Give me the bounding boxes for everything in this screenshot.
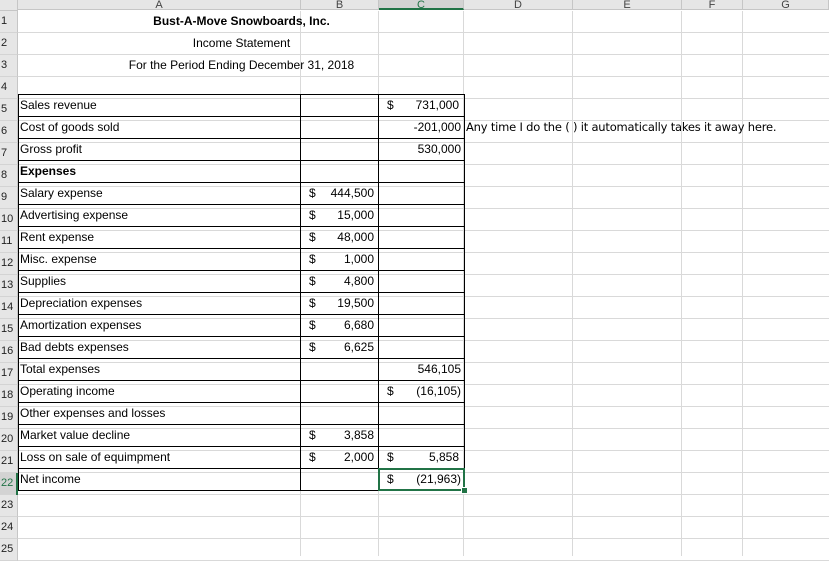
- select-all-corner[interactable]: [0, 0, 18, 11]
- value-bad-debts[interactable]: 6,625: [301, 337, 374, 358]
- row-header-25[interactable]: 25: [0, 539, 18, 561]
- cell-border: [18, 424, 465, 425]
- label-bad-debts-expenses[interactable]: Bad debts expenses: [20, 337, 300, 358]
- cell-border: [300, 94, 301, 491]
- row-header-4[interactable]: 4: [0, 77, 18, 99]
- column-header-b[interactable]: B: [301, 0, 379, 10]
- value-advertising[interactable]: 15,000: [301, 205, 374, 226]
- value-depreciation[interactable]: 19,500: [301, 293, 374, 314]
- cell-border: [18, 248, 465, 249]
- active-cell-selection[interactable]: [378, 468, 465, 491]
- label-cost-of-goods-sold[interactable]: Cost of goods sold: [20, 117, 300, 138]
- label-expenses[interactable]: Expenses: [20, 161, 300, 182]
- label-gross-profit[interactable]: Gross profit: [20, 139, 300, 160]
- value-cost-of-goods-sold[interactable]: -201,000: [379, 117, 461, 138]
- row-header-11[interactable]: 11: [0, 231, 18, 253]
- row-header-2[interactable]: 2: [0, 33, 18, 55]
- cell-border: [18, 94, 465, 95]
- label-other-expenses-losses[interactable]: Other expenses and losses: [20, 403, 300, 424]
- cell-border: [18, 380, 465, 381]
- row-header-23[interactable]: 23: [0, 495, 18, 517]
- cell-border: [18, 358, 465, 359]
- row-header-20[interactable]: 20: [0, 429, 18, 451]
- row-header-17[interactable]: 17: [0, 363, 18, 385]
- label-sales-revenue[interactable]: Sales revenue: [20, 95, 300, 116]
- label-advertising-expense[interactable]: Advertising expense: [20, 205, 300, 226]
- cell-border: [18, 204, 465, 205]
- cell-border: [18, 182, 465, 183]
- row-header-12[interactable]: 12: [0, 253, 18, 275]
- cell-border: [18, 160, 465, 161]
- label-market-value-decline[interactable]: Market value decline: [20, 425, 300, 446]
- row-header-10[interactable]: 10: [0, 209, 18, 231]
- label-depreciation-expenses[interactable]: Depreciation expenses: [20, 293, 300, 314]
- value-gross-profit[interactable]: 530,000: [379, 139, 461, 160]
- label-supplies[interactable]: Supplies: [20, 271, 300, 292]
- value-sales-revenue[interactable]: 731,000: [379, 95, 459, 116]
- row-header-13[interactable]: 13: [0, 275, 18, 297]
- value-supplies[interactable]: 4,800: [301, 271, 374, 292]
- cell-border: [18, 402, 465, 403]
- cell-border: [18, 94, 19, 491]
- company-name[interactable]: Bust-A-Move Snowboards, Inc.: [18, 11, 465, 32]
- value-salary[interactable]: 444,500: [301, 183, 374, 204]
- cell-border: [18, 314, 465, 315]
- label-amortization-expenses[interactable]: Amortization expenses: [20, 315, 300, 336]
- label-net-income[interactable]: Net income: [20, 469, 300, 490]
- cell-border: [18, 138, 465, 139]
- row-header-5[interactable]: 5: [0, 99, 18, 121]
- column-header-g[interactable]: G: [743, 0, 829, 10]
- row-header-24[interactable]: 24: [0, 517, 18, 539]
- cell-border: [18, 292, 465, 293]
- row-header-8[interactable]: 8: [0, 165, 18, 187]
- label-loss-on-sale[interactable]: Loss on sale of equimpment: [20, 447, 300, 468]
- value-misc[interactable]: 1,000: [301, 249, 374, 270]
- value-other-losses-total[interactable]: 5,858: [379, 447, 459, 468]
- column-header-e[interactable]: E: [573, 0, 682, 10]
- comment-note[interactable]: Any time I do the ( ) it automatically t…: [466, 117, 828, 138]
- value-amortization[interactable]: 6,680: [301, 315, 374, 336]
- statement-title[interactable]: Income Statement: [18, 33, 465, 54]
- column-header-d[interactable]: D: [464, 0, 573, 10]
- label-misc-expense[interactable]: Misc. expense: [20, 249, 300, 270]
- cell-border: [18, 336, 465, 337]
- column-header-a[interactable]: A: [18, 0, 301, 10]
- row-header-21[interactable]: 21: [0, 451, 18, 473]
- value-loss-on-sale[interactable]: 2,000: [301, 447, 374, 468]
- row-header-7[interactable]: 7: [0, 143, 18, 165]
- cell-border: [18, 270, 465, 271]
- cell-border: [18, 116, 465, 117]
- column-header-c[interactable]: C: [379, 0, 464, 10]
- row-header-14[interactable]: 14: [0, 297, 18, 319]
- row-header-15[interactable]: 15: [0, 319, 18, 341]
- row-header-16[interactable]: 16: [0, 341, 18, 363]
- row-header-3[interactable]: 3: [0, 55, 18, 77]
- label-operating-income[interactable]: Operating income: [20, 381, 300, 402]
- statement-period[interactable]: For the Period Ending December 31, 2018: [18, 55, 465, 76]
- row-header-18[interactable]: 18: [0, 385, 18, 407]
- value-rent[interactable]: 48,000: [301, 227, 374, 248]
- cell-border: [378, 94, 379, 491]
- cell-border: [18, 446, 465, 447]
- cell-border: [18, 226, 465, 227]
- row-header-9[interactable]: 9: [0, 187, 18, 209]
- value-market-value-decline[interactable]: 3,858: [301, 425, 374, 446]
- column-header-f[interactable]: F: [682, 0, 743, 10]
- cell-border: [464, 94, 465, 491]
- label-rent-expense[interactable]: Rent expense: [20, 227, 300, 248]
- spreadsheet-grid[interactable]: A B C D E F G 1 2 3 4 5 6 7 8 9 10 11 12 13 14 15 16 17 1…: [0, 0, 829, 561]
- value-total-expenses[interactable]: 546,105: [379, 359, 461, 380]
- label-total-expenses[interactable]: Total expenses: [20, 359, 300, 380]
- value-operating-income[interactable]: (16,105): [379, 381, 461, 402]
- fill-handle[interactable]: [461, 487, 468, 494]
- row-header-19[interactable]: 19: [0, 407, 18, 429]
- row-header-6[interactable]: 6: [0, 121, 18, 143]
- row-header-1[interactable]: 1: [0, 11, 18, 33]
- label-salary-expense[interactable]: Salary expense: [20, 183, 300, 204]
